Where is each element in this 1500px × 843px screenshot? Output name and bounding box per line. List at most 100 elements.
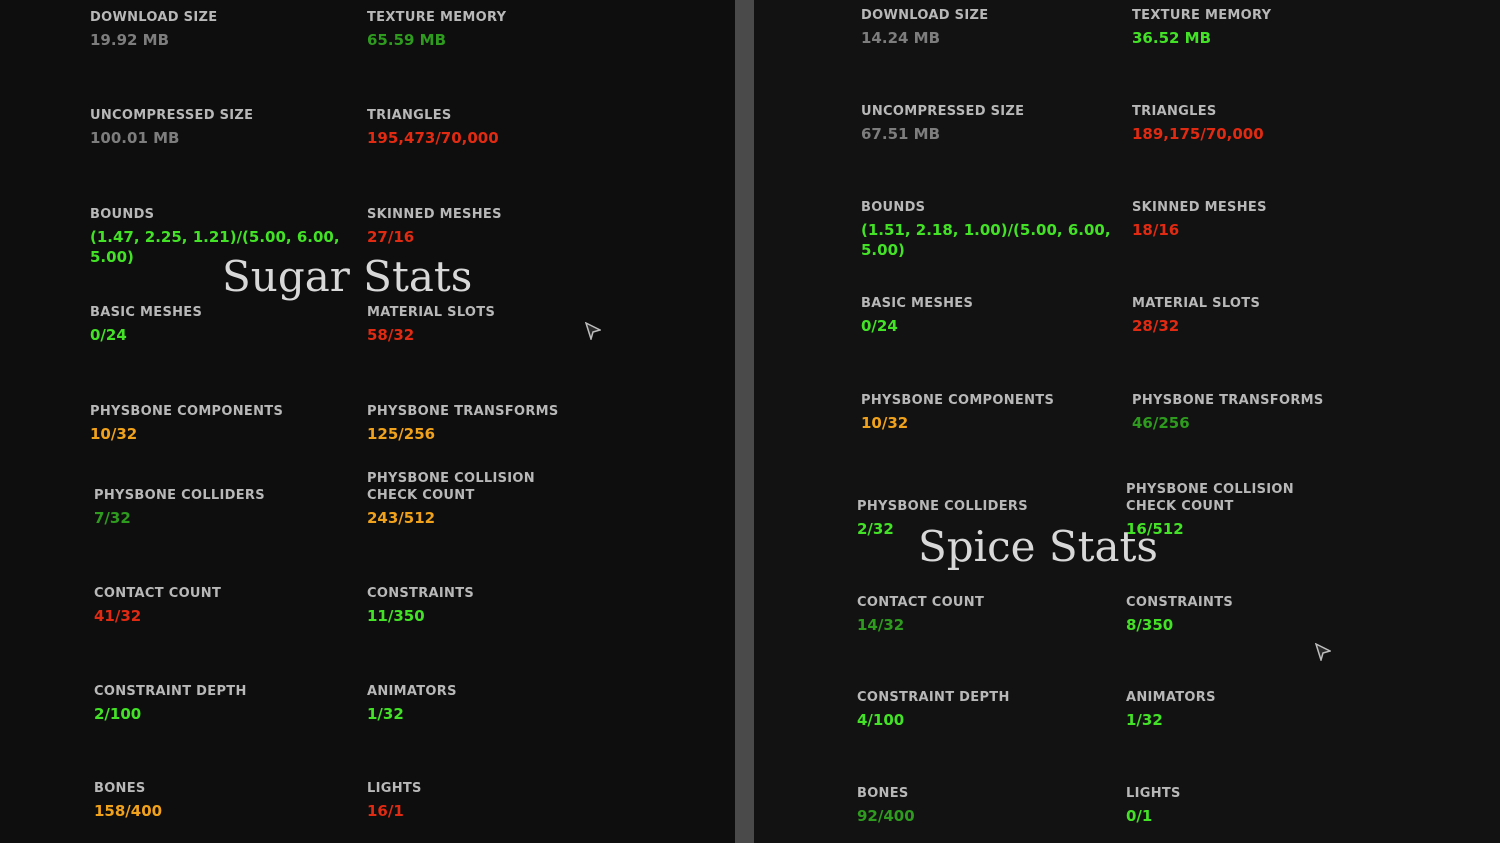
stat-label: BASIC MESHES bbox=[90, 305, 203, 320]
stat-value: 16/512 bbox=[1126, 520, 1184, 538]
stat-label: PHYSBONE TRANSFORMS bbox=[1132, 393, 1324, 408]
spice-physbone-transforms: PHYSBONE TRANSFORMS 46/256 bbox=[1132, 392, 1324, 433]
stat-label: TEXTURE MEMORY bbox=[367, 10, 507, 25]
stat-label: MATERIAL SLOTS bbox=[367, 305, 496, 320]
stat-value: 0/1 bbox=[1126, 807, 1153, 825]
sugar-uncompressed-size: UNCOMPRESSED SIZE 100.01 MB bbox=[90, 107, 253, 148]
stat-label: PHYSBONE COLLISION CHECK COUNT bbox=[1126, 482, 1294, 514]
stat-value: 11/350 bbox=[367, 607, 425, 625]
stat-value: 0/24 bbox=[861, 317, 898, 335]
spice-uncompressed-size: UNCOMPRESSED SIZE 67.51 MB bbox=[861, 103, 1024, 144]
cursor-arrow-icon bbox=[1315, 643, 1331, 661]
sugar-stats-title: Sugar Stats bbox=[222, 252, 473, 301]
stat-label: BOUNDS bbox=[861, 200, 926, 215]
stat-value: 19.92 MB bbox=[90, 31, 170, 49]
sugar-bones: BONES 158/400 bbox=[94, 780, 162, 821]
spice-bones: BONES 92/400 bbox=[857, 785, 915, 826]
spice-physbone-collision-check-count: PHYSBONE COLLISION CHECK COUNT 16/512 bbox=[1126, 481, 1341, 539]
stat-label: CONSTRAINTS bbox=[1126, 595, 1234, 610]
stat-value: 14.24 MB bbox=[861, 29, 941, 47]
stat-label: TEXTURE MEMORY bbox=[1132, 8, 1272, 23]
stat-label: TRIANGLES bbox=[367, 108, 452, 123]
stat-label: CONTACT COUNT bbox=[857, 595, 985, 610]
stat-value: (1.51, 2.18, 1.00)/(5.00, 6.00, 5.00) bbox=[861, 221, 1111, 259]
sugar-constraints: CONSTRAINTS 11/350 bbox=[367, 585, 474, 626]
cursor-arrow-icon bbox=[585, 322, 601, 340]
stat-label: BASIC MESHES bbox=[861, 296, 974, 311]
spice-material-slots: MATERIAL SLOTS 28/32 bbox=[1132, 295, 1260, 336]
stat-value: 41/32 bbox=[94, 607, 142, 625]
stat-label: UNCOMPRESSED SIZE bbox=[90, 108, 254, 123]
spice-triangles: TRIANGLES 189,175/70,000 bbox=[1132, 103, 1264, 144]
stat-value: 14/32 bbox=[857, 616, 905, 634]
spice-texture-memory: TEXTURE MEMORY 36.52 MB bbox=[1132, 7, 1271, 48]
stat-label: CONSTRAINT DEPTH bbox=[857, 690, 1010, 705]
stat-value: 67.51 MB bbox=[861, 125, 941, 143]
sugar-skinned-meshes: SKINNED MESHES 27/16 bbox=[367, 206, 502, 247]
stat-value: 1/32 bbox=[367, 705, 404, 723]
stat-value: 4/100 bbox=[857, 711, 905, 729]
stat-value: 0/24 bbox=[90, 326, 127, 344]
stat-label: PHYSBONE TRANSFORMS bbox=[367, 404, 559, 419]
stat-label: SKINNED MESHES bbox=[367, 207, 502, 222]
sugar-basic-meshes: BASIC MESHES 0/24 bbox=[90, 304, 202, 345]
spice-constraints: CONSTRAINTS 8/350 bbox=[1126, 594, 1233, 635]
stat-value: 7/32 bbox=[94, 509, 131, 527]
sugar-physbone-collision-check-count: PHYSBONE COLLISION CHECK COUNT 243/512 bbox=[367, 470, 582, 528]
stat-label: UNCOMPRESSED SIZE bbox=[861, 104, 1025, 119]
stat-value: 28/32 bbox=[1132, 317, 1180, 335]
stat-value: 36.52 MB bbox=[1132, 29, 1212, 47]
stat-value: 1/32 bbox=[1126, 711, 1163, 729]
stat-label: LIGHTS bbox=[367, 781, 422, 796]
stat-value: 243/512 bbox=[367, 509, 436, 527]
stat-value: 195,473/70,000 bbox=[367, 129, 499, 147]
stat-label: ANIMATORS bbox=[1126, 690, 1216, 705]
spice-animators: ANIMATORS 1/32 bbox=[1126, 689, 1216, 730]
stat-label: MATERIAL SLOTS bbox=[1132, 296, 1261, 311]
stat-value: 58/32 bbox=[367, 326, 415, 344]
stat-label: BOUNDS bbox=[90, 207, 155, 222]
spice-download-size: DOWNLOAD SIZE 14.24 MB bbox=[861, 7, 988, 48]
stat-label: TRIANGLES bbox=[1132, 104, 1217, 119]
stat-value: 2/100 bbox=[94, 705, 142, 723]
stat-value: 125/256 bbox=[367, 425, 436, 443]
stat-value: 10/32 bbox=[861, 414, 909, 432]
stat-label: PHYSBONE COMPONENTS bbox=[90, 404, 284, 419]
sugar-stats-panel: DOWNLOAD SIZE 19.92 MB TEXTURE MEMORY 65… bbox=[0, 0, 735, 843]
stat-label: DOWNLOAD SIZE bbox=[861, 8, 989, 23]
stat-label: SKINNED MESHES bbox=[1132, 200, 1267, 215]
stat-value: 92/400 bbox=[857, 807, 915, 825]
stat-value: 10/32 bbox=[90, 425, 138, 443]
stat-label: ANIMATORS bbox=[367, 684, 457, 699]
stat-label: CONTACT COUNT bbox=[94, 586, 222, 601]
stat-label: PHYSBONE COMPONENTS bbox=[861, 393, 1055, 408]
sugar-triangles: TRIANGLES 195,473/70,000 bbox=[367, 107, 499, 148]
stat-label: BONES bbox=[857, 786, 909, 801]
sugar-texture-memory: TEXTURE MEMORY 65.59 MB bbox=[367, 9, 506, 50]
spice-skinned-meshes: SKINNED MESHES 18/16 bbox=[1132, 199, 1267, 240]
stat-label: CONSTRAINTS bbox=[367, 586, 475, 601]
sugar-physbone-colliders: PHYSBONE COLLIDERS 7/32 bbox=[94, 487, 265, 528]
stat-label: LIGHTS bbox=[1126, 786, 1181, 801]
stat-value: 100.01 MB bbox=[90, 129, 180, 147]
spice-stats-title: Spice Stats bbox=[918, 522, 1158, 571]
stat-label: PHYSBONE COLLISION CHECK COUNT bbox=[367, 471, 535, 503]
stat-label: PHYSBONE COLLIDERS bbox=[857, 499, 1028, 514]
spice-bounds: BOUNDS (1.51, 2.18, 1.00)/(5.00, 6.00, 5… bbox=[861, 199, 1111, 260]
spice-basic-meshes: BASIC MESHES 0/24 bbox=[861, 295, 973, 336]
sugar-material-slots: MATERIAL SLOTS 58/32 bbox=[367, 304, 495, 345]
stat-value: 158/400 bbox=[94, 802, 163, 820]
sugar-physbone-components: PHYSBONE COMPONENTS 10/32 bbox=[90, 403, 283, 444]
stat-value: 18/16 bbox=[1132, 221, 1180, 239]
spice-contact-count: CONTACT COUNT 14/32 bbox=[857, 594, 984, 635]
stat-value: 189,175/70,000 bbox=[1132, 125, 1264, 143]
sugar-physbone-transforms: PHYSBONE TRANSFORMS 125/256 bbox=[367, 403, 559, 444]
stat-label: BONES bbox=[94, 781, 146, 796]
stat-label: CONSTRAINT DEPTH bbox=[94, 684, 247, 699]
sugar-lights: LIGHTS 16/1 bbox=[367, 780, 422, 821]
stat-value: 27/16 bbox=[367, 228, 415, 246]
spice-constraint-depth: CONSTRAINT DEPTH 4/100 bbox=[857, 689, 1010, 730]
stat-value: 16/1 bbox=[367, 802, 404, 820]
spice-stats-panel: DOWNLOAD SIZE 14.24 MB TEXTURE MEMORY 36… bbox=[754, 0, 1500, 843]
panel-divider bbox=[735, 0, 754, 843]
